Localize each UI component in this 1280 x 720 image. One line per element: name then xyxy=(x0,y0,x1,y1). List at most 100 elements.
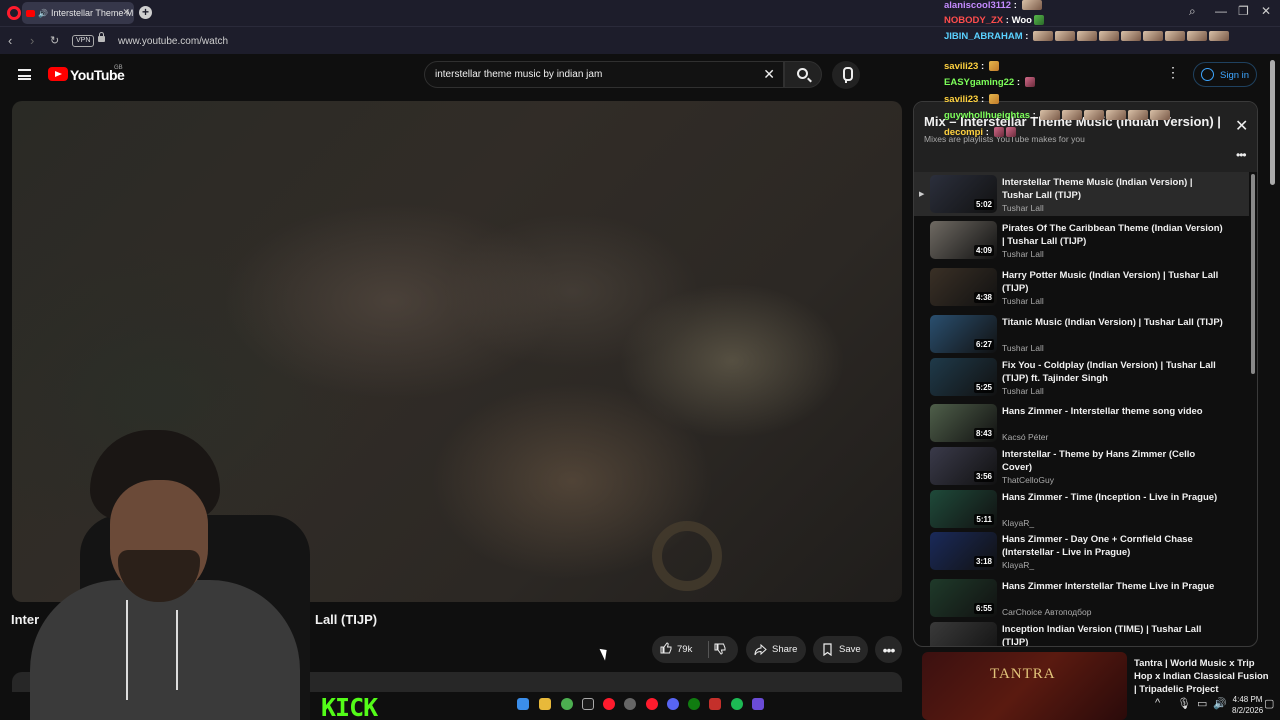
playlist-item-title[interactable]: Harry Potter Music (Indian Version) | Tu… xyxy=(1002,269,1224,295)
spotify-icon[interactable] xyxy=(731,698,743,710)
playlist-scrollbar[interactable] xyxy=(1251,174,1255,374)
xbox-icon[interactable] xyxy=(688,698,700,710)
playlist-item-duration: 6:27 xyxy=(973,339,994,350)
stream-chat-overlay: alaniscool3112 : NOBODY_ZX : Woo JIBIN_AB… xyxy=(944,0,1264,140)
page-scrollbar[interactable] xyxy=(1270,60,1275,185)
playlist-item-thumbnail[interactable]: 6:27 xyxy=(930,315,997,353)
playlist-item-channel[interactable]: Tushar Lall xyxy=(1002,386,1044,396)
speaker-icon[interactable]: 🔊 xyxy=(38,9,48,18)
discord-icon[interactable] xyxy=(667,698,679,710)
close-tab-icon[interactable]: ✕ xyxy=(122,7,130,18)
playlist-item-channel[interactable]: KlayaR_ xyxy=(1002,560,1034,570)
playlist-item[interactable]: 6:55 Hans Zimmer Interstellar Theme Live … xyxy=(914,576,1249,620)
playlist-item-thumbnail[interactable]: 3:18 xyxy=(930,532,997,570)
playlist-item-channel[interactable]: Kacsó Péter xyxy=(1002,432,1048,442)
playlist-more-icon[interactable]: ••• xyxy=(1236,148,1247,162)
tray-overflow-icon[interactable]: ^ xyxy=(1155,697,1160,709)
search-input[interactable]: interstellar theme music by indian jam ✕ xyxy=(424,61,784,88)
playlist-item-title[interactable]: Hans Zimmer Interstellar Theme Live in P… xyxy=(1002,580,1224,593)
playlist-item-thumbnail[interactable]: 4:09 xyxy=(930,221,997,259)
file-explorer-icon[interactable] xyxy=(539,698,551,710)
chat-separator: : xyxy=(978,94,987,105)
like-count[interactable]: 79k xyxy=(677,644,692,655)
volume-icon[interactable]: 🔊 xyxy=(1213,697,1227,710)
playlist-item-title[interactable]: Interstellar - Theme by Hans Zimmer (Cel… xyxy=(1002,448,1224,474)
reload-icon[interactable]: ↻ xyxy=(50,34,59,47)
playlist-item-channel[interactable]: KlayaR_ xyxy=(1002,518,1034,528)
playlist-item-duration: 3:56 xyxy=(973,471,994,482)
chat-message: savili23 : xyxy=(944,94,999,105)
search-button[interactable] xyxy=(784,61,822,88)
chat-text: Woo xyxy=(1011,15,1032,26)
chat-message: JIBIN_ABRAHAM : xyxy=(944,31,1230,42)
menu-icon[interactable] xyxy=(18,69,31,80)
playlist-item[interactable]: 5:25 Fix You - Coldplay (Indian Version) … xyxy=(914,355,1249,399)
settings-icon[interactable] xyxy=(624,698,636,710)
playlist-item-title[interactable]: Hans Zimmer - Time (Inception - Live in … xyxy=(1002,491,1224,504)
playlist-item-thumbnail[interactable]: 3:56 xyxy=(930,447,997,485)
playlist-item-thumbnail[interactable]: 5:25 xyxy=(930,358,997,396)
playlist-item[interactable]: 6:27 Titanic Music (Indian Version) | Tus… xyxy=(914,312,1249,356)
new-tab-icon[interactable]: + xyxy=(139,6,152,19)
playlist-item-duration: 5:11 xyxy=(974,514,994,525)
playlist-item-channel[interactable]: Tushar Lall xyxy=(1002,296,1044,306)
playlist-item-title[interactable]: Titanic Music (Indian Version) | Tushar … xyxy=(1002,316,1224,329)
playlist-item[interactable]: 3:18 Hans Zimmer - Day One + Cornfield Ch… xyxy=(914,529,1249,573)
youtube-logo-icon[interactable] xyxy=(48,67,68,81)
microphone-icon[interactable]: 🎙 xyxy=(1177,697,1191,710)
playlist-item-title[interactable]: Fix You - Coldplay (Indian Version) | Tu… xyxy=(1002,359,1224,385)
opera-logo-icon[interactable] xyxy=(7,6,21,20)
more-actions-button[interactable]: ••• xyxy=(875,636,902,663)
playlist-item-title[interactable]: Hans Zimmer - Interstellar theme song vi… xyxy=(1002,405,1224,418)
mix-playlist-panel: Mix – Interstellar Theme Music (Indian V… xyxy=(913,101,1258,647)
back-icon[interactable]: ‹ xyxy=(8,33,12,48)
playlist-item-thumbnail[interactable]: 4:38 xyxy=(930,268,997,306)
playlist-item[interactable]: 4:09 Pirates Of The Caribbean Theme (Indi… xyxy=(914,218,1249,262)
dislike-icon[interactable] xyxy=(714,643,726,655)
playlist-item-thumbnail[interactable]: 8:43 xyxy=(930,404,997,442)
chrome-icon[interactable] xyxy=(561,698,573,710)
opera-icon[interactable] xyxy=(603,698,615,710)
notification-icon[interactable]: ▢ xyxy=(1264,697,1274,710)
system-clock[interactable]: 4:48 PM 8/2/2026 xyxy=(1232,694,1263,716)
playlist-item[interactable]: ▶ 5:02 Interstellar Theme Music (Indian Ve… xyxy=(914,172,1249,216)
clear-search-icon[interactable]: ✕ xyxy=(763,66,775,83)
app-red-icon[interactable] xyxy=(709,698,721,710)
playlist-item[interactable]: Inception Indian Version (TIME) | Tushar… xyxy=(914,619,1249,646)
playlist-item-channel[interactable]: Tushar Lall xyxy=(1002,203,1044,213)
display-icon[interactable]: ▭ xyxy=(1197,697,1207,710)
windows-start-icon[interactable] xyxy=(517,698,529,710)
playlist-item-duration: 3:18 xyxy=(973,556,994,567)
playlist-item-thumbnail[interactable]: 5:11 xyxy=(930,490,997,528)
lock-icon[interactable] xyxy=(98,32,105,42)
opera-gx-icon[interactable] xyxy=(646,698,658,710)
playlist-item-thumbnail[interactable]: 6:55 xyxy=(930,579,997,617)
chat-emote-icon xyxy=(1187,31,1208,42)
voice-search-button[interactable] xyxy=(832,61,860,89)
url-field[interactable]: www.youtube.com/watch xyxy=(118,36,228,47)
playlist-item-title[interactable]: Hans Zimmer - Day One + Cornfield Chase … xyxy=(1002,533,1224,559)
playlist-item-title[interactable]: Pirates Of The Caribbean Theme (Indian V… xyxy=(1002,222,1224,248)
like-icon[interactable] xyxy=(660,642,672,654)
vpn-badge[interactable]: VPN xyxy=(72,35,95,47)
playlist-item-thumbnail[interactable]: 5:02 xyxy=(930,175,997,213)
save-button[interactable]: Save xyxy=(813,636,868,663)
forward-icon[interactable]: › xyxy=(30,33,34,48)
browser-tab[interactable]: 🔊 Interstellar Theme Mu ✕ xyxy=(22,2,134,24)
playlist-item-channel[interactable]: Tushar Lall xyxy=(1002,343,1044,353)
playlist-item[interactable]: 5:11 Hans Zimmer - Time (Inception - Live… xyxy=(914,487,1249,531)
playlist-item[interactable]: 4:38 Harry Potter Music (Indian Version) … xyxy=(914,265,1249,309)
playlist-item-channel[interactable]: CarChoice Автоподбор xyxy=(1002,607,1091,617)
playlist-item-channel[interactable]: ThatCelloGuy xyxy=(1002,475,1054,485)
playlist-item-title[interactable]: Interstellar Theme Music (Indian Version… xyxy=(1002,176,1224,202)
terminal-icon[interactable] xyxy=(582,698,594,710)
playlist-item-channel[interactable]: Tushar Lall xyxy=(1002,249,1044,259)
app-purple-icon[interactable] xyxy=(752,698,764,710)
share-button[interactable]: Share xyxy=(746,636,806,663)
recommended-title[interactable]: Tantra | World Music x Trip Hop x Indian… xyxy=(1134,657,1269,697)
playlist-item[interactable]: 3:56 Interstellar - Theme by Hans Zimmer … xyxy=(914,444,1249,488)
playlist-item[interactable]: 8:43 Hans Zimmer - Interstellar theme son… xyxy=(914,401,1249,445)
chat-emote-icon xyxy=(988,94,999,105)
playlist-item-title[interactable]: Inception Indian Version (TIME) | Tushar… xyxy=(1002,623,1224,646)
playlist-item-thumbnail[interactable] xyxy=(930,622,997,646)
